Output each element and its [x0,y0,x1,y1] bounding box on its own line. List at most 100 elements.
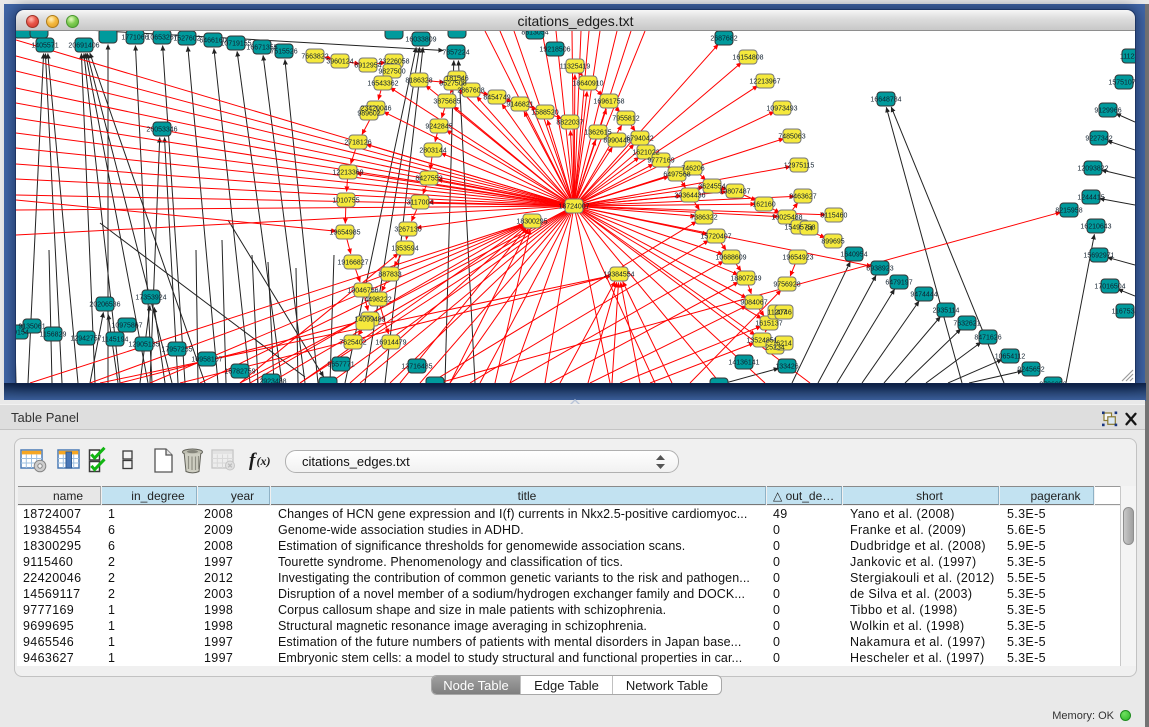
svg-text:9084067: 9084067 [740,300,767,307]
svg-text:4746: 4746 [776,310,792,317]
svg-text:9657771: 9657771 [327,362,354,369]
svg-text:16648784: 16648784 [870,97,901,104]
svg-text:12942757: 12942757 [70,336,101,343]
svg-text:989602: 989602 [357,111,380,118]
svg-text:6479197: 6479197 [885,280,912,287]
svg-text:19384554: 19384554 [603,272,634,279]
svg-text:7857224: 7857224 [442,50,469,57]
svg-text:1527602: 1527602 [173,36,200,43]
svg-text:12923488: 12923488 [255,379,286,384]
svg-text:3960124: 3960124 [326,59,353,66]
svg-text:26053346: 26053346 [146,127,177,134]
svg-text:2803144: 2803144 [419,148,446,155]
svg-text:16033809: 16033809 [405,37,436,44]
svg-text:3117004: 3117004 [407,200,434,207]
svg-text:39154: 39154 [16,330,29,337]
svg-text:1405571: 1405571 [31,43,58,50]
svg-text:10046756: 10046756 [347,288,378,295]
svg-text:746206: 746206 [681,166,704,173]
svg-text:17353924: 17353924 [135,295,166,302]
svg-text:4498222: 4498222 [364,297,391,304]
svg-text:6794042: 6794042 [626,136,653,143]
svg-text:1621022: 1621022 [632,150,659,157]
svg-text:16543362: 16543362 [367,81,398,88]
svg-text:64: 64 [805,226,813,233]
svg-text:23226058: 23226058 [378,59,409,66]
svg-text:18640910: 18640910 [572,81,603,88]
svg-text:19166827: 19166827 [337,260,368,267]
svg-text:7386322: 7386322 [690,215,717,222]
svg-text:18724007: 18724007 [558,204,589,211]
svg-text:10975867: 10975867 [111,323,142,330]
svg-text:9474444: 9474444 [910,292,937,299]
svg-text:12905135: 12905135 [128,342,159,349]
svg-text:10688609: 10688609 [715,255,746,262]
svg-text:9242845: 9242845 [425,124,452,131]
svg-text:8186328: 8186328 [405,78,432,85]
svg-text:8813054: 8813054 [521,31,548,37]
svg-text:9227342: 9227342 [1085,136,1112,143]
svg-text:2867608: 2867608 [457,88,484,95]
svg-text:15751074: 15751074 [1108,80,1135,87]
svg-text:10973493: 10973493 [766,106,797,113]
svg-text:16961758: 16961758 [593,99,624,106]
svg-text:18807249: 18807249 [730,276,761,283]
svg-text:9756928: 9756928 [773,282,800,289]
svg-text:2935114: 2935114 [933,308,960,315]
svg-text:18300295: 18300295 [516,219,547,226]
svg-text:16154808: 16154808 [732,55,763,62]
svg-text:7625402: 7625402 [339,340,366,347]
svg-text:9245652: 9245652 [1017,367,1044,374]
svg-text:14099489: 14099489 [354,317,385,324]
svg-text:8215958: 8215958 [1055,208,1082,215]
svg-text:9827500: 9827500 [378,69,405,76]
svg-text:9146821: 9146821 [506,102,533,109]
svg-text:16210643: 16210643 [1080,224,1111,231]
svg-text:7663822: 7663822 [301,54,328,61]
svg-text:7955812: 7955812 [612,116,639,123]
svg-text:2687682: 2687682 [710,36,737,43]
svg-text:12213967: 12213967 [749,79,780,86]
svg-text:9129966: 9129966 [1094,108,1121,115]
svg-text:6214: 6214 [776,341,792,348]
svg-text:10807487: 10807487 [719,189,750,196]
svg-text:2718126: 2718126 [344,140,371,147]
svg-text:19654923: 19654923 [782,255,813,262]
svg-text:10958107: 10958107 [191,357,222,364]
svg-text:1244415: 1244415 [1077,195,1104,202]
svg-text:7485063: 7485063 [778,134,805,141]
svg-text:6497568: 6497568 [663,172,690,179]
svg-text:10654112: 10654112 [995,354,1026,361]
svg-text:11325419: 11325419 [560,64,591,71]
svg-text:12213369: 12213369 [332,170,363,177]
svg-text:13524851: 13524851 [746,338,777,345]
svg-text:133426: 133426 [775,364,798,371]
svg-text:1640954: 1640954 [840,252,867,259]
svg-text:9796052: 9796052 [1039,382,1066,384]
svg-text:9777169: 9777169 [647,158,674,165]
svg-text:887833: 887833 [378,272,401,279]
svg-text:1615137: 1615137 [755,321,782,328]
svg-text:1156829: 1156829 [40,332,67,339]
svg-text:15720407: 15720407 [700,234,731,241]
svg-text:162160: 162160 [752,202,775,209]
svg-text:9135061: 9135061 [18,324,45,331]
svg-text:19218506: 19218506 [539,47,570,54]
svg-text:16782759: 16782759 [224,369,255,376]
svg-text:15692971: 15692971 [1083,253,1114,260]
svg-text:9463627: 9463627 [789,194,816,201]
svg-text:7632621: 7632621 [953,321,980,328]
svg-text:9527508: 9527508 [439,81,466,88]
svg-text:1010755: 1010755 [332,198,359,205]
svg-text:1771066: 1771066 [121,35,148,42]
svg-text:20364436: 20364436 [674,193,705,200]
svg-text:8471626: 8471626 [974,335,1001,342]
svg-text:8938923: 8938923 [866,266,893,273]
svg-text:13716485: 13716485 [401,364,432,371]
svg-text:1167534: 1167534 [1112,309,1135,316]
svg-text:19654985: 19654985 [329,230,360,237]
svg-text:20691406: 20691406 [68,43,99,50]
svg-text:3267130: 3267130 [394,227,421,234]
svg-text:9115460: 9115460 [821,213,848,220]
svg-text:7515526: 7515526 [270,49,297,56]
